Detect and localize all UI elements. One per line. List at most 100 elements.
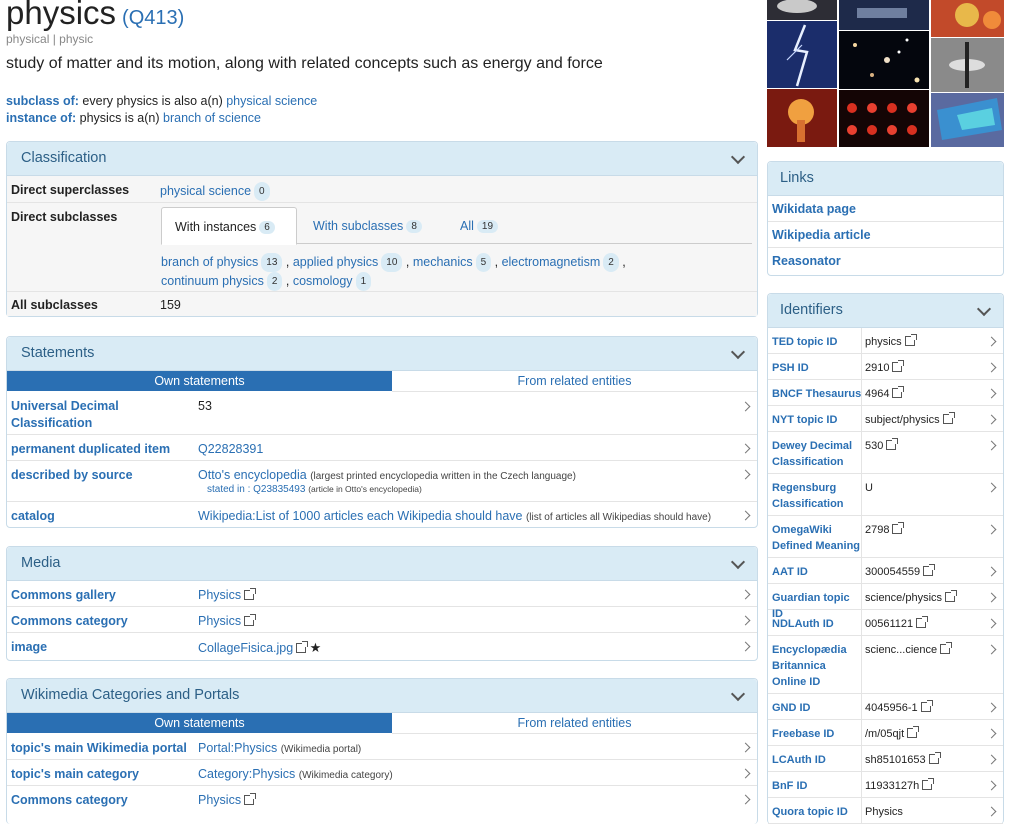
external-link-icon[interactable] bbox=[920, 700, 933, 712]
identifier-key[interactable]: Quora topic ID bbox=[772, 804, 862, 820]
chevron-right-icon[interactable] bbox=[986, 414, 997, 425]
statement-property[interactable]: permanent duplicated item bbox=[11, 441, 170, 458]
statement-property[interactable]: catalog bbox=[11, 508, 55, 525]
chevron-down-icon[interactable] bbox=[730, 149, 746, 165]
chevron-down-icon[interactable] bbox=[730, 344, 746, 360]
external-link-icon[interactable] bbox=[940, 642, 953, 654]
media-header[interactable]: Media bbox=[7, 547, 757, 581]
chevron-right-icon[interactable] bbox=[986, 780, 997, 791]
identifier-key[interactable]: NDLAuth ID bbox=[772, 616, 862, 632]
chevron-right-icon[interactable] bbox=[740, 794, 751, 805]
identifier-value-text[interactable]: 2910 bbox=[865, 362, 889, 374]
chevron-right-icon[interactable] bbox=[986, 524, 997, 535]
statement-row[interactable]: catalog Wikipedia:List of 1000 articles … bbox=[7, 502, 757, 527]
star-icon[interactable]: ★ bbox=[310, 640, 322, 655]
chevron-right-icon[interactable] bbox=[986, 440, 997, 451]
chevron-right-icon[interactable] bbox=[740, 510, 751, 521]
reasonator-link[interactable]: Reasonator bbox=[768, 248, 1003, 273]
identifier-key[interactable]: GND ID bbox=[772, 700, 862, 716]
identifier-key[interactable]: PSH ID bbox=[772, 360, 862, 376]
chevron-right-icon[interactable] bbox=[986, 618, 997, 629]
external-link-icon[interactable] bbox=[892, 522, 905, 534]
identifier-row[interactable]: BNCF Thesaurus 4964 bbox=[768, 380, 1003, 406]
reasonator-label[interactable]: Reasonator bbox=[772, 254, 841, 268]
identifier-key[interactable]: TED topic ID bbox=[772, 334, 862, 350]
external-link-icon[interactable] bbox=[904, 334, 917, 346]
identifier-row[interactable]: Dewey Decimal Classification 530 bbox=[768, 432, 1003, 474]
wikimedia-header[interactable]: Wikimedia Categories and Portals bbox=[7, 679, 757, 713]
identifier-value-text[interactable]: 11933127h bbox=[865, 780, 919, 792]
tab-own-statements[interactable]: Own statements bbox=[7, 713, 392, 733]
identifier-value-text[interactable]: 2798 bbox=[865, 524, 889, 536]
wikimedia-value-link[interactable]: Category:Physics bbox=[198, 767, 295, 781]
external-link-icon[interactable] bbox=[244, 588, 257, 600]
tab-related-entities[interactable]: From related entities bbox=[392, 713, 757, 734]
media-row[interactable]: image CollageFisica.jpg ★ bbox=[7, 633, 757, 659]
wikimedia-row[interactable]: Commons category Physics bbox=[7, 786, 757, 811]
chevron-right-icon[interactable] bbox=[986, 754, 997, 765]
external-link-icon[interactable] bbox=[942, 412, 955, 424]
identifier-value-text[interactable]: science/physics bbox=[865, 592, 942, 604]
identifier-row[interactable]: Freebase ID/m/05qjt bbox=[768, 720, 1003, 746]
identifier-row[interactable]: PSH ID 2910 bbox=[768, 354, 1003, 380]
identifier-row[interactable]: AAT ID 300054559 bbox=[768, 558, 1003, 584]
chevron-right-icon[interactable] bbox=[986, 388, 997, 399]
chevron-right-icon[interactable] bbox=[986, 336, 997, 347]
statement-value-link[interactable]: Wikipedia:List of 1000 articles each Wik… bbox=[198, 509, 522, 523]
statements-header[interactable]: Statements bbox=[7, 337, 757, 371]
subclass-link[interactable]: mechanics bbox=[413, 255, 473, 269]
identifier-value-text[interactable]: 4964 bbox=[865, 388, 889, 400]
external-link-icon[interactable] bbox=[886, 438, 899, 450]
tab-with-subclasses[interactable]: With subclasses 8 bbox=[313, 219, 422, 233]
identifier-row[interactable]: NDLAuth ID 00561121 bbox=[768, 610, 1003, 636]
chevron-right-icon[interactable] bbox=[986, 362, 997, 373]
chevron-right-icon[interactable] bbox=[740, 768, 751, 779]
media-value-link[interactable]: Physics bbox=[198, 588, 241, 602]
identifier-key[interactable]: OmegaWiki Defined Meaning bbox=[772, 522, 862, 554]
chevron-down-icon[interactable] bbox=[730, 554, 746, 570]
statement-property[interactable]: described by source bbox=[11, 467, 133, 484]
identifier-value-text[interactable]: 300054559 bbox=[865, 566, 920, 578]
identifier-row[interactable]: BnF ID 11933127h bbox=[768, 772, 1003, 798]
chevron-right-icon[interactable] bbox=[740, 443, 751, 454]
subclass-link[interactable]: branch of physics bbox=[161, 255, 258, 269]
identifier-value-text[interactable]: 00561121 bbox=[865, 618, 913, 630]
wikimedia-value-link[interactable]: Portal:Physics bbox=[198, 741, 277, 755]
external-link-icon[interactable] bbox=[244, 614, 257, 626]
tab-related-entities[interactable]: From related entities bbox=[392, 371, 757, 392]
wikidata-page-link[interactable]: Wikidata page bbox=[768, 196, 1003, 222]
wikipedia-article-label[interactable]: Wikipedia article bbox=[772, 228, 871, 242]
physics-collage-image[interactable] bbox=[767, 0, 1004, 147]
external-link-icon[interactable] bbox=[923, 564, 936, 576]
chevron-right-icon[interactable] bbox=[986, 728, 997, 739]
statement-value[interactable]: Q22828391 bbox=[198, 441, 263, 458]
identifier-row[interactable]: Regensburg Classification U bbox=[768, 474, 1003, 516]
identifier-row[interactable]: NYT topic ID subject/physics bbox=[768, 406, 1003, 432]
identifier-value-text[interactable]: scienc...cience bbox=[865, 644, 937, 656]
external-link-icon[interactable] bbox=[928, 752, 941, 764]
chevron-right-icon[interactable] bbox=[740, 742, 751, 753]
wikimedia-property[interactable]: Commons category bbox=[11, 792, 128, 809]
statement-row[interactable]: described by source Otto's encyclopedia … bbox=[7, 461, 757, 502]
wikipedia-article-link[interactable]: Wikipedia article bbox=[768, 222, 1003, 248]
identifier-key[interactable]: NYT topic ID bbox=[772, 412, 862, 428]
subclass-of-link[interactable]: physical science bbox=[226, 94, 317, 108]
identifier-row[interactable]: OmegaWiki Defined Meaning 2798 bbox=[768, 516, 1003, 558]
identifier-row[interactable]: GND ID 4045956-1 bbox=[768, 694, 1003, 720]
media-value-link[interactable]: CollageFisica.jpg bbox=[198, 641, 293, 655]
identifier-key[interactable]: Dewey Decimal Classification bbox=[772, 438, 862, 470]
external-link-icon[interactable] bbox=[945, 590, 958, 602]
identifier-key[interactable]: Freebase ID bbox=[772, 726, 862, 742]
chevron-right-icon[interactable] bbox=[986, 644, 997, 655]
subclass-link[interactable]: electromagnetism bbox=[502, 255, 601, 269]
chevron-right-icon[interactable] bbox=[986, 592, 997, 603]
chevron-right-icon[interactable] bbox=[986, 482, 997, 493]
entity-qid[interactable]: (Q413) bbox=[122, 7, 184, 29]
chevron-right-icon[interactable] bbox=[986, 566, 997, 577]
subclass-link[interactable]: applied physics bbox=[293, 255, 378, 269]
external-link-icon[interactable] bbox=[922, 778, 935, 790]
media-value-link[interactable]: Physics bbox=[198, 614, 241, 628]
subclass-link[interactable]: cosmology bbox=[293, 274, 353, 288]
wikimedia-value-link[interactable]: Physics bbox=[198, 793, 241, 807]
chevron-right-icon[interactable] bbox=[740, 401, 751, 412]
